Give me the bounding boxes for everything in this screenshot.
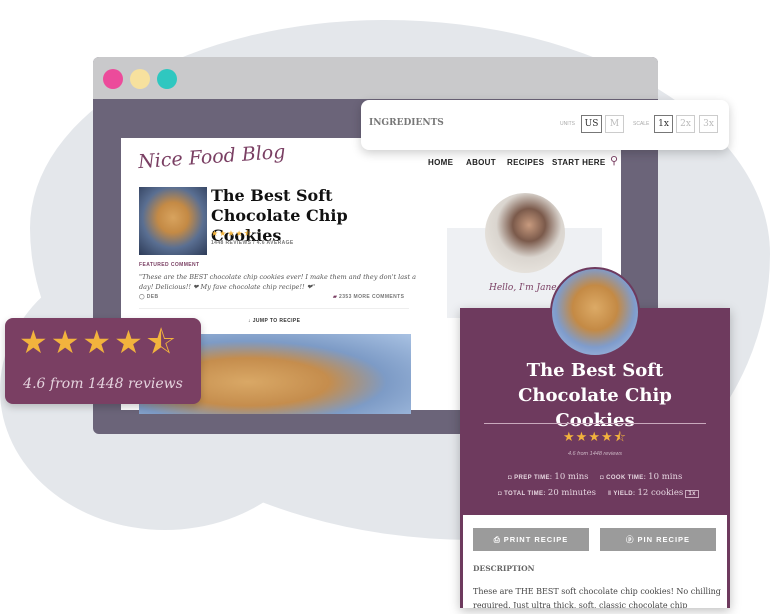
featured-quote: "These are the BEST chocolate chip cooki… (139, 273, 417, 291)
featured-label: FEATURED COMMENT (139, 262, 200, 268)
units-us-button[interactable]: US (581, 115, 602, 133)
prep-value: 10 mins (554, 472, 589, 482)
rating-text: 4.6 from 1448 reviews (23, 376, 183, 392)
minimize-dot[interactable] (130, 69, 150, 89)
rating-card: ★★★★⯪ 4.6 from 1448 reviews (5, 318, 201, 404)
description-text: These are THE BEST soft chocolate chip c… (473, 587, 721, 608)
units-metric-button[interactable]: M (605, 115, 624, 133)
more-comments-label: 2353 MORE COMMENTS (339, 294, 405, 300)
jump-to-recipe[interactable]: ↓ JUMP TO RECIPE (248, 318, 300, 324)
nav-about[interactable]: ABOUT (466, 158, 496, 167)
recipe-rating-text: 4.6 from 1448 reviews (567, 451, 623, 457)
pin-label: PIN RECIPE (637, 535, 691, 544)
close-dot[interactable] (103, 69, 123, 89)
ingredients-panel: INGREDIENTS UNITS US M 1x SCALE 2x 3x (361, 100, 729, 150)
total-value: 20 minutes (547, 488, 596, 498)
ingredients-title: INGREDIENTS (369, 118, 444, 128)
browser-titlebar (93, 57, 658, 99)
description-label: DESCRIPTION (473, 564, 535, 573)
recipe-body: ⎙ PRINT RECIPE ⓟ PIN RECIPE DESCRIPTION … (463, 515, 727, 608)
cookie-thumbnail (139, 187, 207, 255)
yield: ‖ YIELD: 12 cookies 1x (608, 488, 699, 498)
cook-label: COOK TIME: (606, 475, 647, 481)
cook-time: ◘ COOK TIME: 10 mins (600, 472, 683, 482)
author-greeting: Hello, I'm Jane (489, 283, 557, 293)
nav-home[interactable]: HOME (428, 158, 453, 167)
scale-2x-button[interactable]: 2x (676, 115, 695, 133)
commenter: ◯ DEB (139, 294, 159, 300)
divider (139, 308, 409, 309)
yield-value: 12 cookies (637, 488, 684, 498)
jump-label: JUMP TO RECIPE (252, 318, 301, 324)
print-recipe-button[interactable]: ⎙ PRINT RECIPE (473, 528, 589, 551)
blog-logo[interactable]: Nice Food Blog (137, 141, 286, 173)
cook-value: 10 mins (648, 472, 683, 482)
recipe-rating-stars[interactable]: ★★★★⯪ (460, 428, 730, 450)
scale-3x-button[interactable]: 3x (699, 115, 718, 133)
recipe-title: The Best Soft Chocolate Chip Cookies (518, 360, 672, 431)
maximize-dot[interactable] (157, 69, 177, 89)
total-time: ◘ TOTAL TIME: 20 minutes (498, 488, 596, 498)
more-comments-link[interactable]: ▰ 2353 MORE COMMENTS (333, 294, 404, 300)
nav-start-here[interactable]: START HERE (552, 158, 606, 167)
commenter-name: DEB (146, 294, 159, 300)
recipe-cookie-image (550, 267, 640, 357)
nav-recipes[interactable]: RECIPES (507, 158, 544, 167)
yield-label: YIELD: (613, 491, 636, 497)
rating-stars[interactable]: ★★★★⯪ (19, 320, 179, 374)
print-label: PRINT RECIPE (503, 535, 569, 544)
search-icon[interactable]: ⚲ (610, 154, 618, 167)
scale-label: SCALE (633, 121, 650, 127)
reviews-summary: 1448 REVIEWS / 4.6 AVERAGE (211, 240, 294, 246)
pin-recipe-button[interactable]: ⓟ PIN RECIPE (600, 528, 716, 551)
scale-1x-button[interactable]: 1x (654, 115, 673, 133)
prep-time: ◘ PREP TIME: 10 mins (508, 472, 589, 482)
comment-icon: ▰ (333, 294, 338, 300)
divider (484, 423, 706, 424)
yield-scale-button[interactable]: 1x (685, 490, 699, 498)
units-label: UNITS (560, 121, 575, 127)
total-label: TOTAL TIME: (504, 491, 546, 497)
author-photo (485, 193, 565, 273)
prep-label: PREP TIME: (514, 475, 553, 481)
